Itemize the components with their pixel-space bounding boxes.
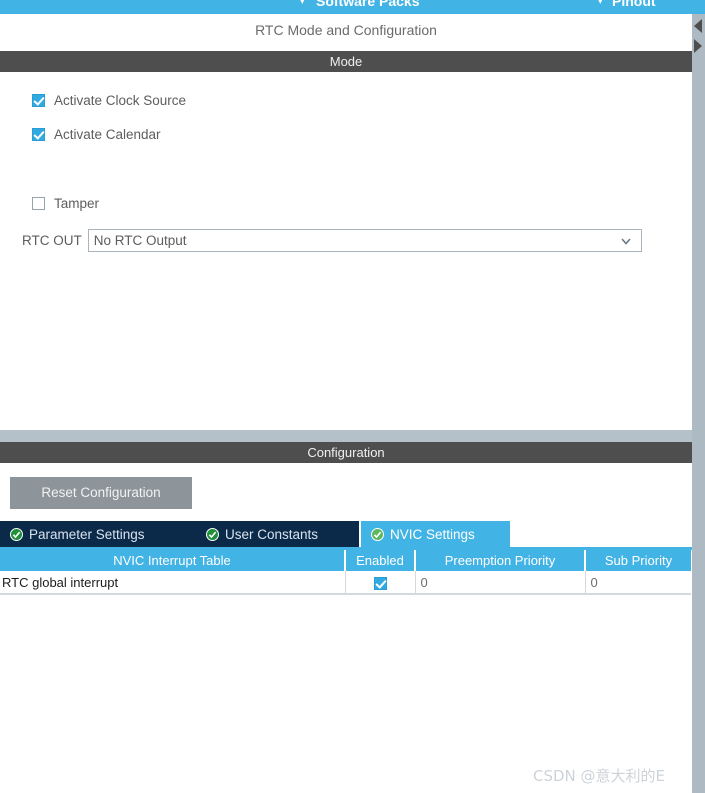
chevron-down-icon: ▾ — [300, 0, 305, 6]
rtc-out-value: No RTC Output — [93, 233, 187, 248]
nvic-interrupt-table: NVIC Interrupt Table Enabled Preemption … — [0, 550, 691, 594]
checkbox-tamper[interactable]: Tamper — [32, 194, 99, 212]
tab-parameter-settings[interactable]: Parameter Settings — [0, 521, 196, 547]
check-circle-icon — [206, 527, 219, 541]
arrow-right-icon[interactable] — [691, 36, 705, 56]
section-header-mode: Mode — [0, 51, 692, 72]
checkbox-indicator[interactable] — [32, 196, 45, 210]
vertical-scrollbar[interactable] — [692, 14, 705, 793]
configuration-panel: Reset Configuration Parameter Settings U… — [0, 463, 692, 793]
table-header-row: NVIC Interrupt Table Enabled Preemption … — [0, 550, 691, 571]
cell-sub-priority[interactable]: 0 — [585, 571, 691, 594]
cell-interrupt-name: RTC global interrupt — [0, 571, 346, 594]
rtc-out-label: RTC OUT — [22, 233, 82, 248]
table-bottom-edge — [0, 594, 691, 595]
checkbox-indicator[interactable] — [32, 127, 45, 141]
config-tabs: Parameter Settings User Constants NVIC S… — [0, 521, 692, 547]
checkbox-indicator[interactable] — [32, 93, 45, 107]
chevron-down-icon: ▾ — [598, 0, 603, 6]
panel-splitter[interactable] — [0, 430, 692, 442]
section-header-configuration: Configuration — [0, 442, 692, 463]
tab-user-constants[interactable]: User Constants — [196, 521, 359, 547]
top-menu-strip: ▾ Software Packs ▾ Pinout — [0, 0, 705, 14]
page-title: RTC Mode and Configuration — [0, 16, 692, 44]
mode-panel: Activate Clock Source Activate Calendar … — [0, 73, 692, 430]
checkbox-indicator[interactable] — [373, 576, 387, 590]
column-header-preemption-priority[interactable]: Preemption Priority — [415, 550, 586, 571]
chevron-down-icon[interactable] — [619, 234, 633, 248]
check-circle-icon — [10, 527, 23, 541]
checkbox-activate-calendar[interactable]: Activate Calendar — [32, 125, 161, 143]
table-row[interactable]: RTC global interrupt 0 0 — [0, 571, 691, 594]
reset-configuration-button[interactable]: Reset Configuration — [10, 477, 192, 509]
checkbox-label: Tamper — [54, 195, 100, 211]
cell-preemption-priority[interactable]: 0 — [415, 571, 586, 594]
tab-label: NVIC Settings — [390, 526, 475, 542]
menu-item-software-packs[interactable]: Software Packs — [316, 0, 420, 9]
tab-label: Parameter Settings — [29, 526, 145, 542]
column-header-nvic-interrupt-table[interactable]: NVIC Interrupt Table — [0, 550, 346, 571]
checkbox-activate-clock-source[interactable]: Activate Clock Source — [32, 91, 186, 109]
watermark: CSDN @意大利的E — [533, 767, 666, 785]
checkbox-label: Activate Calendar — [54, 126, 161, 142]
menu-item-pinout[interactable]: Pinout — [612, 0, 656, 9]
check-circle-icon — [371, 527, 384, 541]
tab-label: User Constants — [225, 526, 319, 542]
column-header-enabled[interactable]: Enabled — [345, 550, 416, 571]
tab-nvic-settings[interactable]: NVIC Settings — [361, 521, 510, 547]
checkbox-label: Activate Clock Source — [54, 92, 187, 108]
rtc-out-row: RTC OUT No RTC Output — [22, 229, 642, 252]
arrow-left-icon[interactable] — [691, 16, 705, 36]
column-header-sub-priority[interactable]: Sub Priority — [585, 550, 691, 571]
rtc-out-select[interactable]: No RTC Output — [87, 229, 642, 252]
cell-enabled[interactable] — [345, 571, 416, 594]
